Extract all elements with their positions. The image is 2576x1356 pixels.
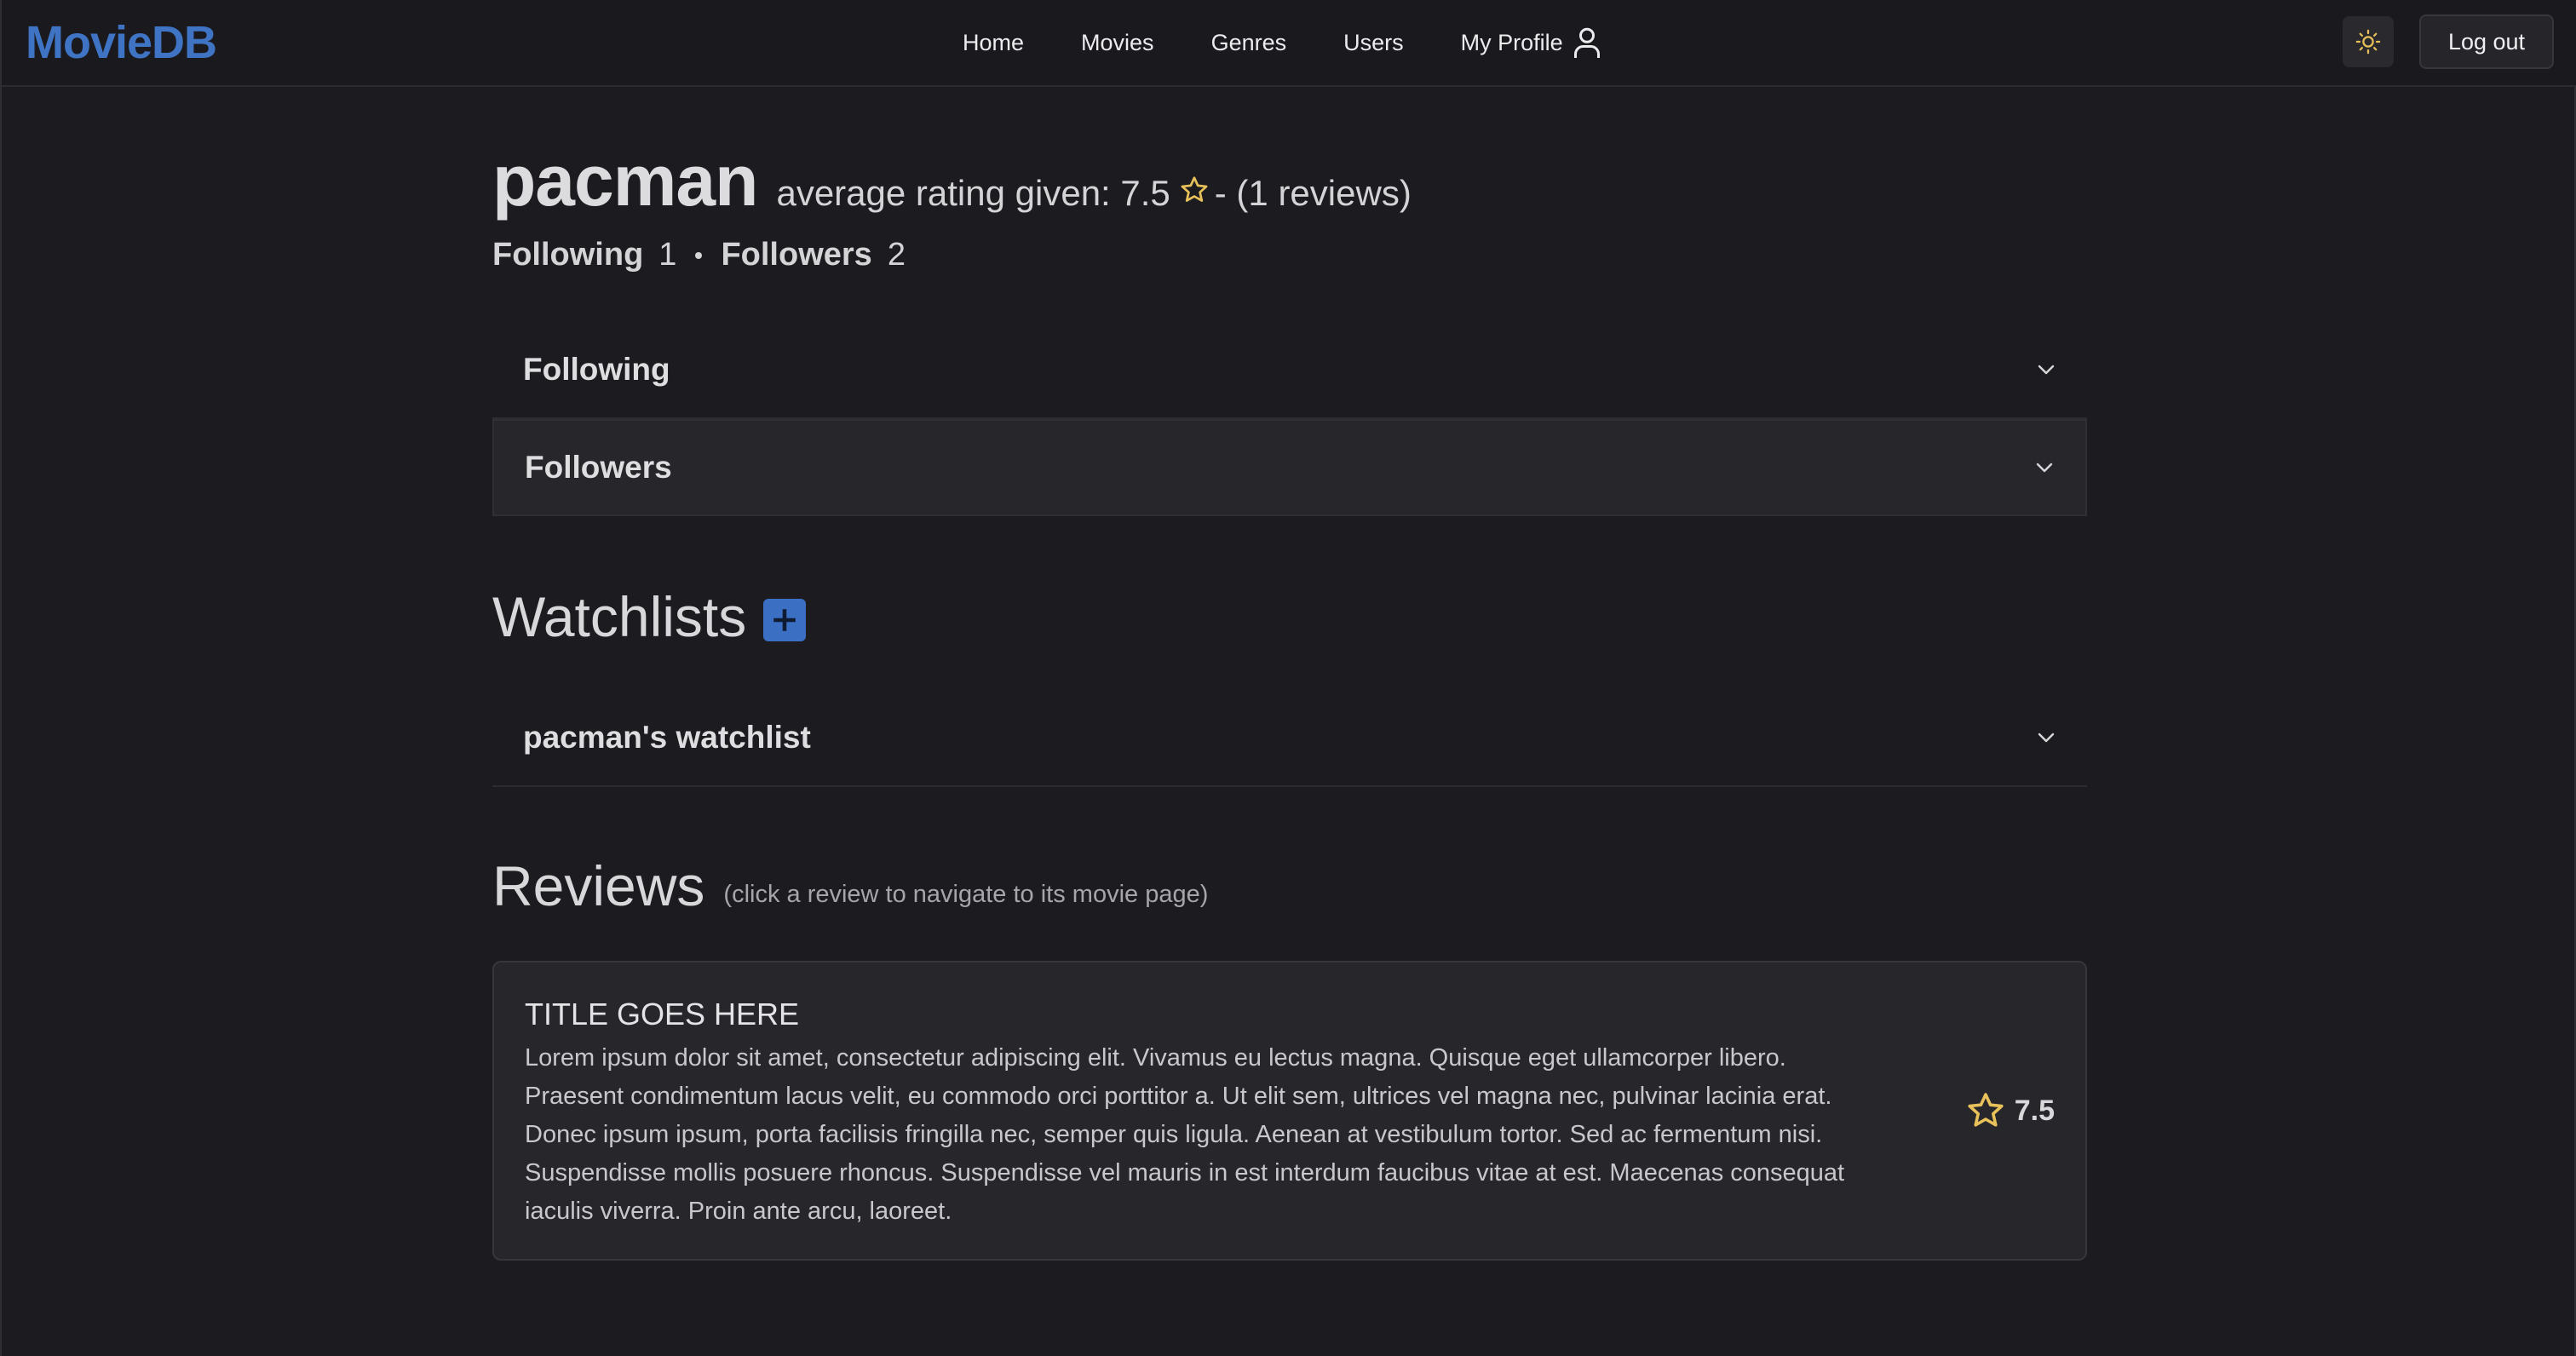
review-title: TITLE GOES HERE bbox=[525, 997, 800, 1031]
follow-stats: Following 1 Followers 2 bbox=[492, 237, 906, 273]
review-rating-value: 7.5 bbox=[2014, 1094, 2055, 1127]
logout-button[interactable]: Log out bbox=[2419, 14, 2554, 69]
watchlists-heading: Watchlists bbox=[492, 584, 807, 649]
watchlist-accordion: pacman's watchlist bbox=[492, 690, 2087, 787]
chevron-down-icon bbox=[2036, 463, 2053, 473]
profile-header: pacman average rating given: 7.5 - (1 re… bbox=[492, 140, 1412, 222]
add-watchlist-button[interactable] bbox=[763, 599, 807, 641]
reviews-hint: (click a review to navigate to its movie… bbox=[723, 880, 1209, 908]
theme-toggle-button[interactable] bbox=[2343, 16, 2394, 67]
sun-icon bbox=[2355, 29, 2381, 55]
follow-accordion: Following Followers bbox=[492, 322, 2087, 516]
nav-links: Home Movies Genres Users My Profile bbox=[963, 0, 1602, 85]
profile-username: pacman bbox=[492, 141, 758, 221]
review-card[interactable]: TITLE GOES HERE Lorem ipsum dolor sit am… bbox=[492, 961, 2087, 1261]
brand-logo[interactable]: MovieDB bbox=[26, 15, 217, 70]
review-body: Lorem ipsum dolor sit amet, consectetur … bbox=[525, 1044, 1845, 1225]
following-count: 1 bbox=[658, 237, 677, 273]
average-rating-text: average rating given: 7.5 bbox=[776, 173, 1170, 213]
followers-count: 2 bbox=[887, 237, 906, 273]
reviews-heading: Reviews (click a review to navigate to i… bbox=[492, 853, 1208, 918]
watchlists-title: Watchlists bbox=[492, 585, 747, 648]
nav-link-genres[interactable]: Genres bbox=[1211, 30, 1287, 56]
nav-link-my-profile[interactable]: My Profile bbox=[1461, 26, 1602, 60]
star-outline-icon bbox=[1968, 1093, 2004, 1127]
nav-link-users[interactable]: Users bbox=[1343, 30, 1404, 56]
review-rating: 7.5 bbox=[1965, 1090, 2055, 1131]
plus-icon bbox=[773, 609, 796, 631]
nav-link-home[interactable]: Home bbox=[963, 30, 1024, 56]
nav-link-my-profile-label: My Profile bbox=[1460, 29, 1563, 55]
reviews-count: - (1 reviews) bbox=[1214, 173, 1412, 213]
accordion-following[interactable]: Following bbox=[492, 322, 2087, 419]
chevron-down-icon bbox=[2038, 733, 2055, 743]
average-rating: average rating given: 7.5 - (1 reviews) bbox=[776, 173, 1411, 214]
person-icon bbox=[1573, 27, 1600, 58]
star-outline-icon bbox=[1181, 176, 1208, 202]
watchlist-item-label: pacman's watchlist bbox=[523, 720, 811, 755]
following-label[interactable]: Following bbox=[492, 237, 643, 273]
nav-link-movies[interactable]: Movies bbox=[1081, 30, 1154, 56]
reviews-title: Reviews bbox=[492, 854, 705, 917]
accordion-followers-label: Followers bbox=[525, 450, 672, 485]
accordion-followers[interactable]: Followers bbox=[492, 419, 2087, 516]
app-frame: MovieDB Home Movies Genres Users My Prof… bbox=[0, 0, 2576, 1356]
chevron-down-icon bbox=[2038, 365, 2055, 375]
followers-label[interactable]: Followers bbox=[721, 237, 871, 273]
accordion-following-label: Following bbox=[523, 352, 670, 387]
separator-dot bbox=[695, 251, 703, 259]
watchlist-item[interactable]: pacman's watchlist bbox=[492, 690, 2087, 787]
navbar: MovieDB Home Movies Genres Users My Prof… bbox=[2, 0, 2576, 87]
